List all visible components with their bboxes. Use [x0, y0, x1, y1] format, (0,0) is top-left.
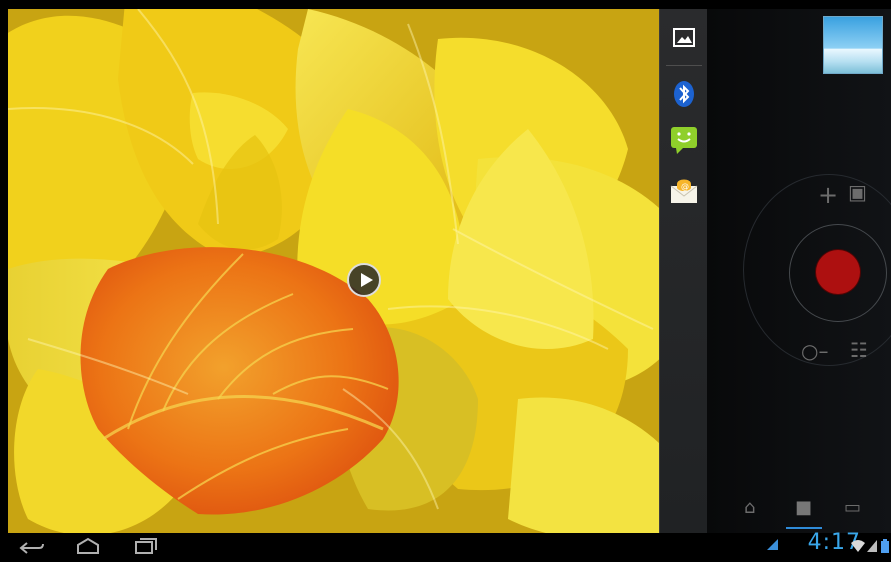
email-share-button[interactable]: @	[669, 176, 699, 206]
settings-icon[interactable]: ☷	[850, 338, 868, 362]
image-icon	[673, 28, 695, 47]
recent-apps-icon	[135, 538, 157, 554]
last-capture-thumbnail[interactable]	[823, 16, 883, 74]
play-button[interactable]	[347, 263, 381, 297]
leaf-background	[8, 9, 659, 533]
bluetooth-icon	[674, 81, 694, 107]
bluetooth-share-button[interactable]	[669, 79, 699, 109]
share-separator	[666, 65, 702, 66]
smiley-message-icon	[671, 127, 697, 154]
record-button[interactable]	[816, 250, 860, 294]
selected-mode-indicator	[786, 527, 822, 529]
switch-camera-icon[interactable]: ▣	[848, 180, 867, 204]
zoom-minus-icon[interactable]: ○–	[801, 339, 828, 363]
envelope-icon: @	[670, 179, 698, 203]
system-navigation-bar: 4:17	[0, 530, 891, 560]
share-panel: @	[659, 9, 708, 533]
back-button[interactable]	[17, 536, 47, 558]
home-button[interactable]	[73, 536, 103, 558]
wifi-icon	[850, 538, 866, 557]
notification-icon[interactable]	[765, 538, 780, 557]
camera-mode-icon[interactable]: ⌂	[744, 497, 755, 518]
video-preview[interactable]	[8, 9, 659, 533]
home-icon	[77, 537, 99, 554]
messaging-share-button[interactable]	[669, 124, 699, 154]
back-icon	[19, 542, 44, 554]
battery-icon	[880, 538, 890, 558]
zoom-plus-icon[interactable]: +	[818, 181, 838, 209]
video-mode-icon[interactable]: ■	[795, 497, 812, 518]
panorama-mode-icon[interactable]: ▭	[844, 497, 861, 518]
signal-icon	[866, 538, 878, 557]
svg-text:@: @	[681, 182, 689, 191]
recent-apps-button[interactable]	[130, 536, 160, 558]
gallery-share-button[interactable]	[669, 23, 699, 53]
